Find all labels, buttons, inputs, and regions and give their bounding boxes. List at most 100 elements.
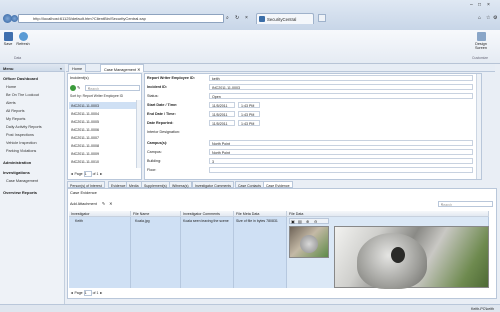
- menu-item-daily-activity[interactable]: Daily Activity Reports: [6, 125, 42, 129]
- close-icon[interactable]: ×: [245, 15, 248, 21]
- grid-cell[interactable]: [69, 217, 131, 288]
- home-icon[interactable]: ⌂: [478, 15, 481, 21]
- campus-field[interactable]: North Point: [209, 149, 473, 155]
- browser-tab[interactable]: SecurityCentral: [256, 13, 314, 24]
- evidence-search-input[interactable]: Search ⌕: [438, 201, 493, 207]
- ribbon-group-customize: Customize: [472, 56, 489, 60]
- settings-icon[interactable]: ⚙: [493, 15, 497, 21]
- forward-icon[interactable]: [11, 15, 18, 22]
- zoom-out-icon[interactable]: ⊖: [314, 219, 317, 224]
- koala-image[interactable]: [334, 226, 489, 289]
- investigator-value: Keith: [75, 219, 83, 223]
- tab-close-icon[interactable]: ✕: [137, 68, 140, 72]
- end-date-field[interactable]: 11/5/2011: [209, 111, 235, 117]
- open-icon[interactable]: ▤: [298, 219, 302, 224]
- navigation-menu: Menu « Officer Dashboard Home Be On The L…: [0, 64, 65, 304]
- menu-item-alerts[interactable]: Alerts: [6, 101, 16, 105]
- incidents-search-input[interactable]: Search ⌕: [85, 85, 140, 91]
- list-item[interactable]: INC2011-11-0004: [69, 110, 139, 117]
- menu-item-lookout[interactable]: Be On The Lookout: [6, 93, 39, 97]
- search-icon[interactable]: ⌕: [441, 202, 491, 206]
- tab-case-evidence[interactable]: Case Evidence: [263, 181, 293, 188]
- incident-id-field[interactable]: INC2011-11-0003: [209, 84, 473, 90]
- save-button[interactable]: Save: [1, 32, 15, 46]
- window-close-icon[interactable]: ×: [487, 2, 490, 8]
- overview-reports-group[interactable]: Overview Reports: [0, 188, 65, 196]
- floor-select[interactable]: [209, 167, 473, 173]
- new-tab-icon[interactable]: [318, 14, 326, 22]
- next-page-icon[interactable]: ►: [99, 291, 102, 295]
- design-icon: [476, 32, 486, 41]
- reported-date-field[interactable]: 11/5/2011: [209, 120, 235, 126]
- page-input[interactable]: 1: [83, 290, 92, 296]
- list-item[interactable]: INC2011-11-0005: [69, 118, 139, 125]
- list-item[interactable]: INC2011-11-0007: [69, 134, 139, 141]
- start-date-field[interactable]: 11/5/2011: [209, 102, 235, 108]
- case-evidence-panel: Case Evidence Add Attachment ✎ ✕ Search …: [67, 188, 497, 299]
- list-item[interactable]: INC2011-11-0006: [69, 126, 139, 133]
- incidents-scrollbar[interactable]: [136, 100, 141, 168]
- tab-home[interactable]: Home: [68, 64, 87, 72]
- first-page-icon[interactable]: ◄: [70, 291, 73, 295]
- employee-id-field[interactable]: keith: [209, 75, 473, 81]
- menu-item-vehicle-inspection[interactable]: Vehicle Inspection: [6, 141, 37, 145]
- delete-icon[interactable]: ✕: [109, 202, 112, 206]
- administration-group[interactable]: Administration: [0, 158, 65, 166]
- address-text[interactable]: http://localhost:61125/default.htm?Clien…: [33, 16, 146, 21]
- minimize-icon[interactable]: –: [470, 2, 473, 8]
- menu-item-post-inspections[interactable]: Post Inspections: [6, 133, 34, 137]
- page-input[interactable]: 1: [83, 171, 92, 177]
- zoom-in-icon[interactable]: ⊕: [306, 219, 309, 224]
- status-select[interactable]: Open: [209, 93, 473, 99]
- officer-dashboard-group[interactable]: Officer Dashboard: [0, 74, 65, 82]
- refresh-icon[interactable]: ↻: [235, 15, 239, 21]
- form-scrollbar[interactable]: [476, 74, 481, 179]
- tab-persons-of-interest[interactable]: Person(s) of Interest: [67, 181, 105, 188]
- grid-cell[interactable]: [181, 217, 234, 288]
- collapse-icon[interactable]: «: [60, 66, 62, 71]
- add-icon[interactable]: [70, 85, 76, 91]
- start-time-field[interactable]: 1:43 PM: [238, 102, 260, 108]
- grid-cell[interactable]: [234, 217, 287, 288]
- search-icon[interactable]: ⌕: [88, 86, 138, 90]
- design-screen-button[interactable]: Design Screen: [470, 32, 492, 50]
- field-label: Incident ID:: [147, 85, 168, 89]
- campuses-select[interactable]: North Point: [209, 140, 473, 146]
- list-item[interactable]: INC2011-11-0008: [69, 142, 139, 149]
- building-field[interactable]: 3: [209, 158, 473, 164]
- edit-icon[interactable]: ✎: [102, 202, 105, 206]
- favorites-icon[interactable]: ☆: [486, 15, 490, 21]
- menu-item-case-management[interactable]: Case Management: [6, 179, 38, 183]
- tab-supplements[interactable]: Supplement(s): [141, 181, 170, 188]
- end-time-field[interactable]: 1:43 PM: [238, 111, 260, 117]
- menu-item-all-reports[interactable]: All Reports: [6, 109, 25, 113]
- incidents-title: Incident(s): [70, 75, 89, 80]
- tab-witness[interactable]: Witness(s): [169, 181, 192, 188]
- menu-item-my-reports[interactable]: My Reports: [6, 117, 25, 121]
- list-item[interactable]: INC2011-11-0010: [69, 158, 139, 165]
- investigations-group[interactable]: Investigations: [0, 168, 65, 176]
- reported-time-field[interactable]: 1:43 PM: [238, 120, 260, 126]
- save-icon[interactable]: ▣: [291, 219, 295, 224]
- add-attachment-button[interactable]: Add Attachment ✎ ✕: [70, 201, 112, 206]
- edit-icon[interactable]: ✎: [77, 85, 80, 90]
- koala-thumbnail[interactable]: [289, 226, 329, 258]
- first-page-icon[interactable]: ◄: [70, 172, 73, 176]
- menu-item-home[interactable]: Home: [6, 85, 16, 89]
- tab-case-contacts[interactable]: Case Contacts: [235, 181, 264, 188]
- incident-form: Report Writer Employee ID: keith Inciden…: [144, 73, 482, 180]
- next-page-icon[interactable]: ►: [99, 172, 102, 176]
- grid-cell[interactable]: [131, 217, 181, 288]
- refresh-button[interactable]: Refresh: [16, 32, 30, 46]
- address-bar[interactable]: http://localhost:61125/default.htm?Clien…: [18, 14, 224, 23]
- incidents-sort[interactable]: Sort by: Report Writer Employee ID: [70, 94, 123, 98]
- maximize-icon[interactable]: □: [478, 2, 481, 8]
- menu-item-parking-violations[interactable]: Parking Violations: [6, 149, 36, 153]
- list-item[interactable]: INC2011-11-0009: [69, 150, 139, 157]
- field-label: Campus:: [147, 150, 162, 154]
- search-icon[interactable]: ⌕: [226, 15, 229, 21]
- list-item[interactable]: INC2011-11-0003: [69, 102, 139, 109]
- tab-case-management[interactable]: Case Management ✕: [100, 64, 145, 72]
- tab-investigator-comments[interactable]: Investigator Comments: [192, 181, 234, 188]
- tab-media[interactable]: Media: [126, 181, 142, 188]
